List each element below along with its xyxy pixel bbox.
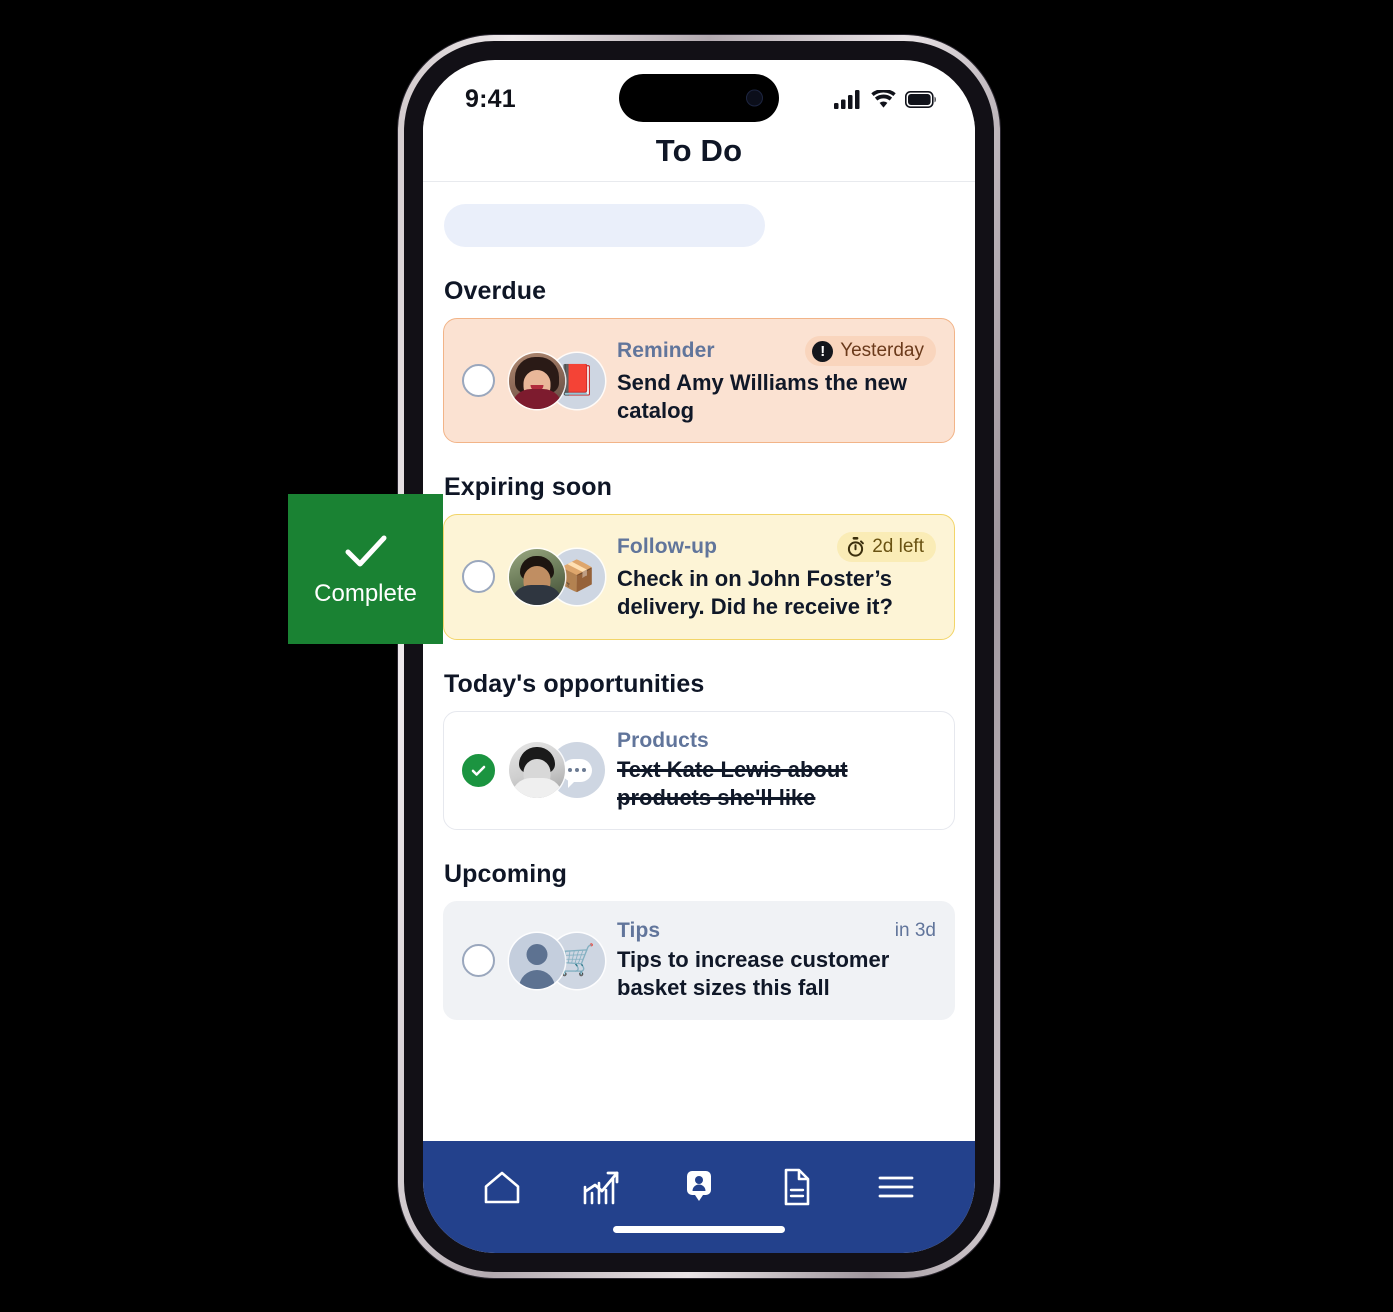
avatar-stack: [509, 742, 605, 799]
status-bar: 9:41: [423, 60, 975, 122]
task-text-column: Products Text Kate Lewis about products …: [617, 729, 936, 812]
home-indicator: [613, 1226, 785, 1233]
todo-list-scroll-area[interactable]: Overdue 📕 Reminder ! Yesterday Send Amy …: [423, 204, 975, 1092]
task-card-upcoming[interactable]: 🛒 Tips in 3d Tips to increase customer b…: [443, 900, 955, 1021]
stopwatch-icon: [846, 537, 865, 557]
task-text-column: Follow-up 2d left Check in on John Foste…: [617, 532, 936, 621]
avatar-stack: 📦: [509, 548, 605, 605]
phone-bezel: 9:41 To Do Overdue 📕 Reminder ! Yesterda…: [404, 41, 994, 1272]
battery-icon: [905, 90, 936, 108]
task-card-overdue[interactable]: 📕 Reminder ! Yesterday Send Amy Williams…: [443, 318, 955, 444]
avatar-stack: 🛒: [509, 932, 605, 989]
screenshot-canvas: 9:41 To Do Overdue 📕 Reminder ! Yesterda…: [0, 0, 1393, 1312]
badge-label: 2d left: [872, 536, 924, 558]
chart-trend-up-icon: [583, 1171, 618, 1205]
task-kicker: Products: [617, 728, 709, 752]
avatar: [509, 548, 565, 605]
hamburger-menu-icon: [878, 1176, 914, 1198]
task-text-column: Reminder ! Yesterday Send Amy Williams t…: [617, 336, 936, 425]
search-input[interactable]: [444, 204, 765, 247]
home-icon: [484, 1171, 520, 1204]
task-kicker: Reminder: [617, 339, 715, 362]
avatar-stack: 📕: [509, 352, 605, 409]
tab-insights[interactable]: [570, 1163, 632, 1211]
task-checkbox[interactable]: [462, 560, 495, 594]
task-checkbox-checked[interactable]: [462, 753, 495, 787]
avatar: [509, 742, 565, 799]
front-camera-icon: [746, 89, 763, 107]
task-title: Text Kate Lewis about products she'll li…: [617, 756, 848, 810]
page-title: To Do: [655, 132, 743, 168]
status-time: 9:41: [465, 84, 516, 113]
swipe-action-complete[interactable]: Complete: [288, 494, 443, 644]
check-icon: [345, 535, 386, 567]
check-icon: [471, 765, 486, 776]
tab-home[interactable]: [471, 1163, 533, 1211]
task-meta: in 3d: [894, 919, 936, 941]
task-title: Send Amy Williams the new catalog: [617, 370, 907, 424]
status-indicators: [834, 89, 937, 109]
status-badge-expiring: 2d left: [837, 532, 936, 563]
task-kicker: Follow-up: [617, 535, 718, 559]
section-title-upcoming: Upcoming: [444, 859, 568, 888]
status-badge-overdue: ! Yesterday: [805, 336, 936, 366]
task-checkbox[interactable]: [462, 364, 495, 398]
phone-device-frame: 9:41 To Do Overdue 📕 Reminder ! Yesterda…: [398, 35, 1000, 1278]
task-kicker: Tips: [617, 918, 661, 942]
bottom-navigation-bar: [423, 1141, 975, 1253]
section-title-overdue: Overdue: [444, 277, 547, 305]
tab-contacts[interactable]: [668, 1163, 730, 1211]
document-icon: [785, 1168, 810, 1206]
badge-label: Yesterday: [840, 340, 924, 361]
avatar: [509, 932, 565, 989]
alert-circle-icon: !: [812, 340, 834, 362]
tab-menu[interactable]: [865, 1163, 927, 1211]
task-text-column: Tips in 3d Tips to increase customer bas…: [617, 919, 936, 1002]
wifi-icon: [871, 89, 896, 108]
phone-screen: 9:41 To Do Overdue 📕 Reminder ! Yesterda…: [423, 60, 975, 1253]
task-title: Check in on John Foster’s delivery. Did …: [617, 566, 893, 620]
section-title-todays-opportunities: Today's opportunities: [444, 669, 705, 698]
contact-card-icon: [686, 1171, 711, 1201]
swipe-action-label: Complete: [314, 580, 417, 607]
signal-bars-icon: [834, 89, 860, 109]
task-title: Tips to increase customer basket sizes t…: [617, 946, 890, 1001]
app-header: To Do: [423, 120, 975, 182]
avatar: [509, 352, 565, 409]
dynamic-island: [619, 74, 779, 122]
tab-documents[interactable]: [766, 1163, 828, 1211]
task-card-completed[interactable]: Products Text Kate Lewis about products …: [443, 710, 955, 830]
section-title-expiring-soon: Expiring soon: [444, 473, 612, 502]
task-checkbox[interactable]: [462, 944, 495, 978]
task-card-expiring[interactable]: 📦 Follow-up 2d left Check in on John Fos…: [443, 514, 955, 640]
